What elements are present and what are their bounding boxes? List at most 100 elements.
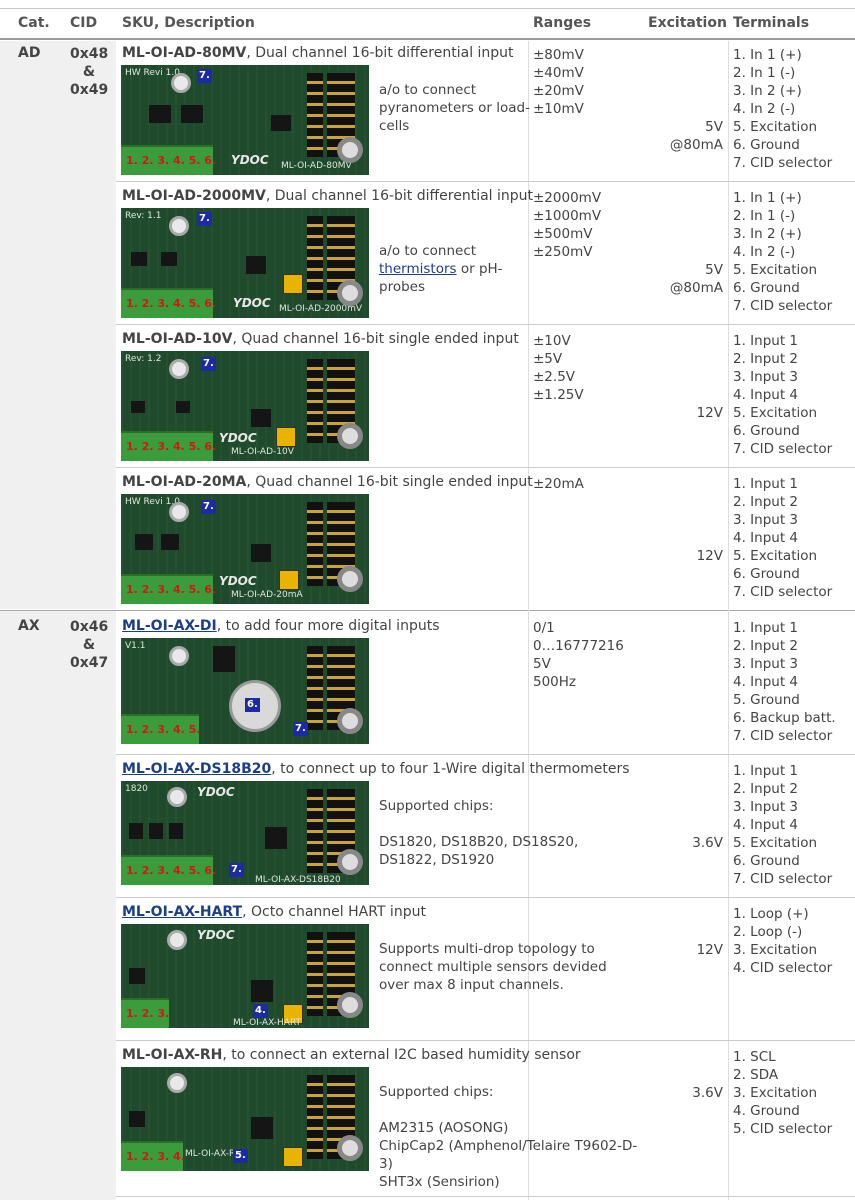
sku-link[interactable]: ML-OI-AX-DI [122,618,217,634]
header-cid: CID [70,15,98,31]
esd-warning-icon [283,1147,303,1167]
terminal-item: 4. Input 4 [733,817,799,833]
sku-description: , Dual channel 16-bit differential input [246,45,514,61]
row-note: Supported chips: AM2315 (AOSONG) ChipCap… [379,1083,639,1191]
ic-chip-icon [135,534,153,550]
category-divider [0,610,855,611]
terminal-item: 3. Excitation [733,942,818,958]
sku-link[interactable]: ML-OI-AX-HART [122,904,242,920]
range-value: ±10mV [533,101,584,117]
ic-chip-icon [251,409,271,427]
header-ranges: Ranges [533,15,592,31]
range-value: ±40mV [533,65,584,81]
connector-icon [337,137,363,163]
excitation-value: 5V @80mA [640,118,723,154]
row-title: ML-OI-AD-80MV, Dual channel 16-bit diffe… [122,45,514,61]
terminal-numbers: 1. 2. 3. 4. 5. [126,723,201,736]
ic-chip-icon [246,256,266,274]
excitation-voltage: 12V [696,548,723,564]
terminals-list: 1. Input 1 2. Input 2 3. Input 3 4. Inpu… [733,619,836,745]
table-row: ML-OI-AX-HART, Octo channel HART input Y… [0,902,855,1040]
board-photo: 1820 YDOC 7. ML-OI-AX-DS18B20 1. 2. 3. 4… [121,781,369,885]
brand-logo: YDOC [219,431,257,445]
excitation-voltage: 12V [696,942,723,958]
pin-header-icon [307,646,323,730]
range-value: ±80mV [533,47,584,63]
battery-badge: 6. [245,698,260,712]
terminal-item: 2. Input 2 [733,494,799,510]
board-revision: Rev: 1.2 [125,354,162,364]
terminal-item: 5. Excitation [733,119,818,135]
range-value: ±1.25V [533,387,584,403]
mounting-hole-icon [169,646,189,666]
terminal-item: 3. Input 3 [733,512,799,528]
terminals-list: 1. Loop (+) 2. Loop (-) 3. Excitation 4.… [733,905,832,977]
ic-chip-icon [161,252,177,266]
thermistors-link[interactable]: thermistors [379,261,457,277]
table-row: ML-OI-AD-80MV, Dual channel 16-bit diffe… [0,43,855,181]
header-terminals: Terminals [733,15,810,31]
terminal-item: 4. Input 4 [733,674,799,690]
terminal-item: 5. Excitation [733,262,818,278]
range-value: ±250mV [533,244,593,260]
excitation-value: 5V @80mA [640,261,723,297]
row-separator [116,467,855,468]
terminal-item: 7. CID selector [733,155,833,171]
cid-badge: 4. [253,1004,268,1018]
connector-icon [337,1135,363,1161]
row-title: ML-OI-AX-DS18B20, to connect up to four … [122,761,630,777]
ic-chip-icon [169,823,183,839]
ic-chip-icon [213,646,235,672]
cid-badge: 5. [233,1149,248,1163]
ic-chip-icon [161,534,179,550]
cid-badge: 7. [293,722,308,736]
esd-warning-icon [283,274,303,294]
board-name: ML-OI-AX-DS18B20 [255,875,341,885]
terminal-item: 2. Input 2 [733,781,799,797]
terminal-item: 4. Input 4 [733,530,799,546]
pin-header-icon [307,1075,323,1159]
terminal-item: 6. Ground [733,566,800,582]
cid-badge: 7. [197,69,212,83]
terminal-numbers: 1. 2. 3. 4. 5. 6. [126,864,217,877]
terminal-item: 1. Input 1 [733,620,799,636]
row-separator [116,754,855,755]
ic-chip-icon [251,544,271,562]
terminal-item: 7. CID selector [733,441,833,457]
ic-chip-icon [129,968,145,984]
cid-badge: 7. [229,863,244,877]
terminal-item: 4. In 2 (-) [733,101,796,117]
row-title: ML-OI-AD-20MA, Quad channel 16-bit singl… [122,474,533,490]
ic-chip-icon [271,115,291,131]
excitation-value: 12V [640,941,723,959]
terminal-item: 4. Input 4 [733,387,799,403]
board-photo: Rev: 1.2 7. YDOC ML-OI-AD-10V 1. 2. 3. 4… [121,351,369,461]
sku-description: , to connect up to four 1-Wire digital t… [271,761,630,777]
ic-chip-icon [181,105,203,123]
ic-chip-icon [149,105,171,123]
pin-header-icon [307,932,323,1016]
terminal-numbers: 1. 2. 3. 4. 5. 6. [126,440,217,453]
table-header: Cat. CID SKU, Description Ranges Excitat… [0,8,855,40]
sku-label: ML-OI-AX-RH [122,1047,223,1063]
range-value: ±20mA [533,476,584,492]
terminal-item: 3. In 2 (+) [733,83,802,99]
table-row: ML-OI-AX-RH, to connect an external I2C … [0,1045,855,1195]
sku-label: ML-OI-AD-10V [122,331,233,347]
sku-description: , Quad channel 16-bit single ended input [246,474,533,490]
terminal-item: 2. Loop (-) [733,924,803,940]
terminals-list: 1. SCL 2. SDA 3. Excitation 4. Ground 5.… [733,1048,832,1138]
row-note: Supported chips: DS1820, DS18B20, DS18S2… [379,797,639,869]
pin-header-icon [307,502,323,586]
terminal-numbers: 1. 2. 3. 4. 5. 6. [126,154,217,167]
terminal-item: 4. In 2 (-) [733,244,796,260]
range-value: 0…16777216 [533,638,624,654]
connector-icon [337,708,363,734]
terminal-item: 3. Input 3 [733,656,799,672]
sku-link[interactable]: ML-OI-AX-DS18B20 [122,761,271,777]
excitation-value: 12V [640,547,723,565]
supported-chip: SHT3x (Sensirion) [379,1174,500,1190]
sku-description: , Dual channel 16-bit differential input [265,188,534,204]
range-value: ±2.5V [533,369,576,385]
esd-warning-icon [276,427,296,447]
